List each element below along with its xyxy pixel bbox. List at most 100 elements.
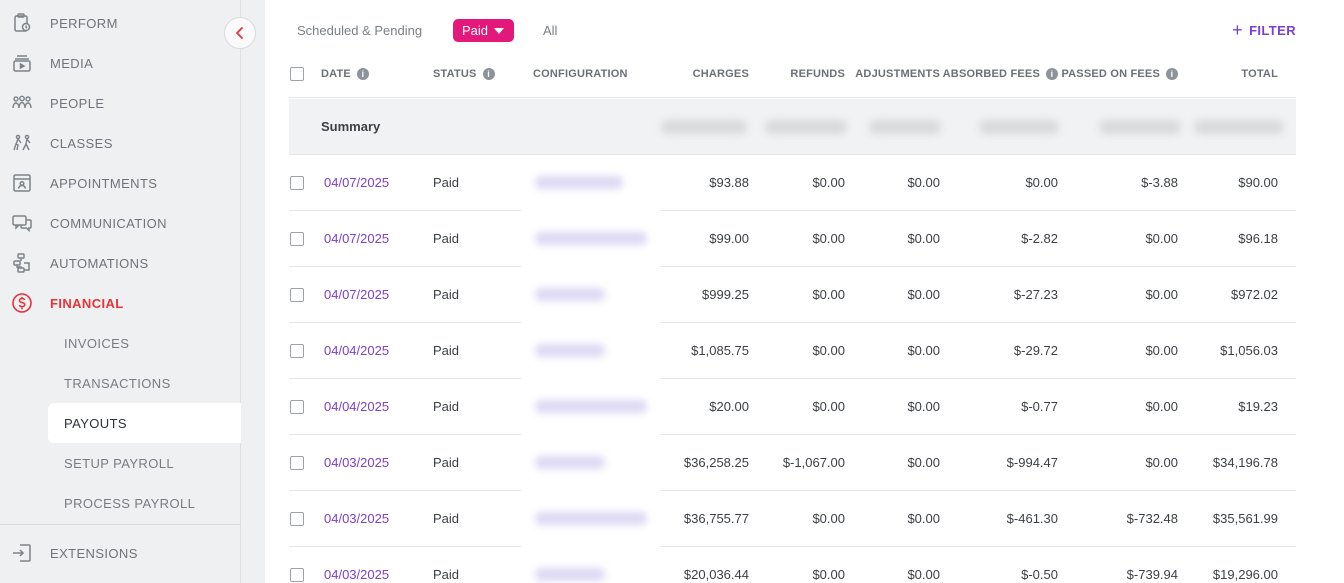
- column-header-absorbed-fees[interactable]: ABSORBED FEES i: [943, 68, 1058, 80]
- row-checkbox[interactable]: [290, 456, 304, 470]
- automation-icon: [11, 252, 33, 274]
- payouts-panel: Scheduled & Pending Paid All + FILTER DA…: [265, 0, 1344, 583]
- sidebar-subitem-process-payroll[interactable]: PROCESS PAYROLL: [48, 483, 241, 523]
- row-checkbox[interactable]: [290, 288, 304, 302]
- table-row[interactable]: 04/03/2025 Paid $36,755.77 $0.00 $0.00 $-461.…: [289, 491, 1296, 547]
- summary-passed-on-fees-redacted: [1099, 120, 1181, 134]
- cell-adjustments: $0.00: [907, 511, 940, 526]
- column-header-refunds[interactable]: REFUNDS: [790, 68, 845, 80]
- chevron-left-icon: [236, 27, 243, 39]
- sidebar-subitem-label: TRANSACTIONS: [64, 375, 171, 391]
- column-header-label: CONFIGURATION: [533, 68, 628, 80]
- column-header-status[interactable]: STATUS i: [433, 68, 495, 80]
- cell-adjustments: $0.00: [907, 343, 940, 358]
- table-row[interactable]: 04/04/2025 Paid $20.00 $0.00 $0.00 $-0.77 $0.0…: [289, 379, 1296, 435]
- column-header-passed-on-fees[interactable]: PASSED ON FEES i: [1061, 68, 1178, 80]
- sidebar-subitem-label: INVOICES: [64, 335, 130, 351]
- sidebar-item-people[interactable]: PEOPLE: [0, 83, 241, 123]
- sidebar-divider: [0, 524, 241, 525]
- classes-icon: [11, 132, 33, 154]
- cell-absorbed-fees: $0.00: [1025, 175, 1058, 190]
- column-header-label: PASSED ON FEES: [1061, 68, 1160, 80]
- sidebar-item-communication[interactable]: COMMUNICATION: [0, 203, 241, 243]
- cell-adjustments: $0.00: [907, 455, 940, 470]
- row-checkbox[interactable]: [290, 512, 304, 526]
- sidebar-item-appointments[interactable]: APPOINTMENTS: [0, 163, 241, 203]
- row-checkbox[interactable]: [290, 568, 304, 582]
- collapse-sidebar-button[interactable]: [224, 17, 256, 49]
- cell-date-link[interactable]: 04/03/2025: [324, 455, 389, 470]
- sidebar-item-media[interactable]: MEDIA: [0, 43, 241, 83]
- cell-date-link[interactable]: 04/04/2025: [324, 343, 389, 358]
- sidebar-subitem-payouts[interactable]: PAYOUTS: [48, 403, 241, 443]
- cell-date-link[interactable]: 04/04/2025: [324, 399, 389, 414]
- info-icon[interactable]: i: [1046, 68, 1058, 80]
- sidebar-item-label: PEOPLE: [50, 95, 105, 111]
- configuration-redacted: [535, 288, 605, 301]
- filter-button[interactable]: + FILTER: [1232, 20, 1296, 40]
- chat-icon: [11, 212, 33, 234]
- sidebar-item-extensions[interactable]: EXTENSIONS: [0, 533, 241, 573]
- plus-icon: +: [1232, 20, 1244, 40]
- sidebar-item-perform[interactable]: PERFORM: [0, 3, 241, 43]
- sidebar-subitem-setup-payroll[interactable]: SETUP PAYROLL: [48, 443, 241, 483]
- cell-adjustments: $0.00: [907, 175, 940, 190]
- row-checkbox[interactable]: [290, 176, 304, 190]
- cell-charges: $20,036.44: [683, 567, 749, 582]
- column-header-date[interactable]: DATE i: [321, 68, 369, 80]
- cell-total: $35,561.99: [1212, 511, 1278, 526]
- table-row[interactable]: 04/03/2025 Paid $36,258.25 $-1,067.00 $0.00 $…: [289, 435, 1296, 491]
- sidebar-item-label: PERFORM: [50, 15, 118, 31]
- column-header-label: TOTAL: [1241, 68, 1278, 80]
- info-icon[interactable]: i: [356, 68, 369, 80]
- cell-charges: $1,085.75: [691, 343, 749, 358]
- sidebar-item-financial[interactable]: FINANCIAL: [0, 283, 241, 323]
- summary-label: Summary: [321, 119, 381, 134]
- sidebar-item-label: FINANCIAL: [50, 295, 124, 311]
- tab-scheduled-pending[interactable]: Scheduled & Pending: [297, 19, 422, 42]
- table-row[interactable]: 04/04/2025 Paid $1,085.75 $0.00 $0.00 $-29.72…: [289, 323, 1296, 379]
- table-row[interactable]: 04/03/2025 Paid $20,036.44 $0.00 $0.00 $-0.50…: [289, 547, 1296, 583]
- configuration-redacted: [535, 232, 647, 245]
- cell-passed-on-fees: $0.00: [1145, 343, 1178, 358]
- cell-date-link[interactable]: 04/03/2025: [324, 511, 389, 526]
- table-row[interactable]: 04/07/2025 Paid $99.00 $0.00 $0.00 $-2.82 $0.0…: [289, 211, 1296, 267]
- cell-refunds: $0.00: [812, 231, 845, 246]
- cell-refunds: $0.00: [812, 511, 845, 526]
- cell-adjustments: $0.00: [907, 231, 940, 246]
- table-row[interactable]: 04/07/2025 Paid $93.88 $0.00 $0.00 $0.00 $-3.8…: [289, 155, 1296, 211]
- cell-status: Paid: [433, 399, 460, 414]
- cell-refunds: $0.00: [812, 343, 845, 358]
- info-icon[interactable]: i: [1166, 68, 1178, 80]
- summary-total-redacted: [1194, 120, 1284, 134]
- sidebar-item-label: APPOINTMENTS: [50, 175, 158, 191]
- cell-date-link[interactable]: 04/07/2025: [324, 287, 389, 302]
- sidebar-item-automations[interactable]: AUTOMATIONS: [0, 243, 241, 283]
- cell-date-link[interactable]: 04/07/2025: [324, 175, 389, 190]
- sidebar-subitem-label: PAYOUTS: [64, 415, 127, 431]
- row-checkbox[interactable]: [290, 232, 304, 246]
- row-checkbox[interactable]: [290, 400, 304, 414]
- cell-refunds: $0.00: [812, 567, 845, 582]
- select-all-checkbox[interactable]: [290, 67, 304, 81]
- column-header-configuration[interactable]: CONFIGURATION: [533, 68, 628, 80]
- column-header-charges[interactable]: CHARGES: [693, 68, 749, 80]
- cell-charges: $999.25: [702, 287, 749, 302]
- column-header-adjustments[interactable]: ADJUSTMENTS: [855, 68, 940, 80]
- cell-date-link[interactable]: 04/03/2025: [324, 567, 389, 582]
- sidebar-subitem-invoices[interactable]: INVOICES: [48, 323, 241, 363]
- column-header-total[interactable]: TOTAL: [1241, 68, 1278, 80]
- cell-total: $90.00: [1238, 175, 1278, 190]
- cell-date-link[interactable]: 04/07/2025: [324, 231, 389, 246]
- tab-paid[interactable]: Paid: [453, 19, 515, 42]
- table-row[interactable]: 04/07/2025 Paid $999.25 $0.00 $0.00 $-27.23 $0…: [289, 267, 1296, 323]
- row-checkbox[interactable]: [290, 344, 304, 358]
- cell-charges: $93.88: [709, 175, 749, 190]
- cell-absorbed-fees: $-0.77: [1021, 399, 1058, 414]
- sidebar-subitem-transactions[interactable]: TRANSACTIONS: [48, 363, 241, 403]
- cell-passed-on-fees: $0.00: [1145, 399, 1178, 414]
- cell-total: $96.18: [1238, 231, 1278, 246]
- sidebar-item-classes[interactable]: CLASSES: [0, 123, 241, 163]
- info-icon[interactable]: i: [482, 68, 495, 80]
- tab-all[interactable]: All: [543, 19, 557, 42]
